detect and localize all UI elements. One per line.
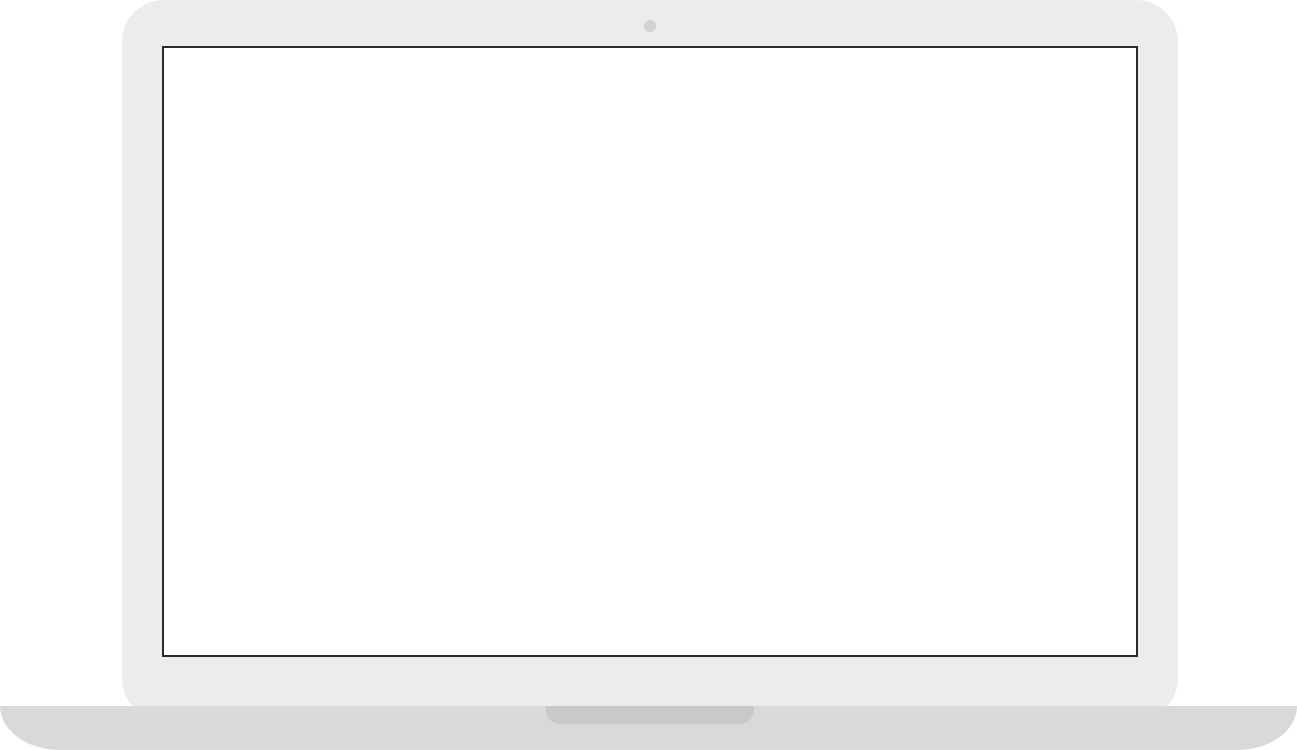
laptop-opening-notch (546, 706, 754, 724)
laptop-mockup (0, 0, 1297, 750)
webcam-icon (644, 20, 656, 32)
laptop-screen (162, 46, 1138, 657)
